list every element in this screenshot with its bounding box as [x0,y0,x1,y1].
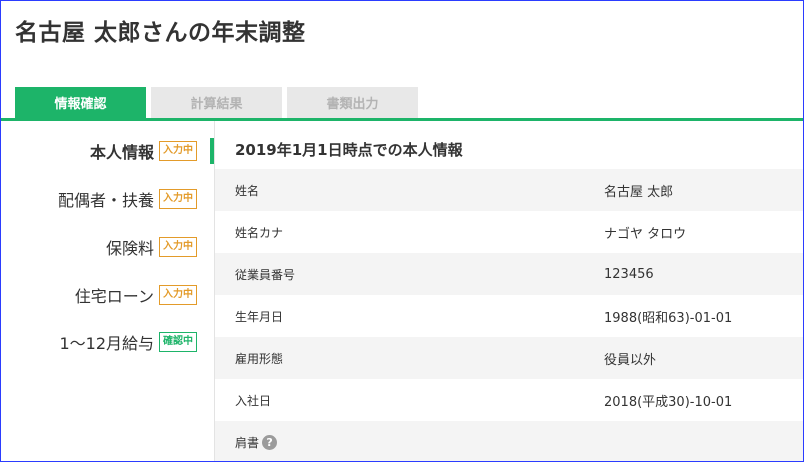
app-window: 名古屋 太郎さんの年末調整 情報確認 計算結果 書類出力 本人情報 入力中 配偶… [0,0,804,462]
status-badge: 入力中 [159,189,197,209]
sidebar-item-salary[interactable]: 1〜12月給与 確認中 [59,329,197,355]
row-value: 1988(昭和63)-01-01 [604,310,733,326]
tab-info-confirm[interactable]: 情報確認 [15,87,146,118]
sidebar-item-label: 住宅ローン [74,287,154,306]
tab-document-output[interactable]: 書類出力 [287,87,418,118]
row-value: ナゴヤ タロウ [604,226,687,242]
status-badge: 入力中 [159,141,197,161]
row-value: 123456 [604,266,654,282]
row-label-text: 肩書 [235,435,260,450]
tab-bar: 情報確認 計算結果 書類出力 [15,87,418,118]
sidebar-item-insurance[interactable]: 保険料 入力中 [106,234,197,260]
sidebar-item-label: 本人情報 [89,143,154,162]
row-label: 肩書 ? [235,434,278,451]
row-label: 姓名カナ [235,225,284,240]
table-row-name-kana: 姓名カナ ナゴヤ タロウ [215,211,803,253]
table-row-employment-type: 雇用形態 役員以外 [215,337,803,379]
status-badge: 確認中 [159,332,197,352]
row-value: 名古屋 太郎 [604,184,674,200]
table-row-job-title: 肩書 ? [215,421,803,461]
table-row-hire-date: 入社日 2018(平成30)-10-01 [215,379,803,421]
row-label: 生年月日 [235,309,284,324]
table-row-employee-number: 従業員番号 123456 [215,253,803,295]
info-table: 姓名 名古屋 太郎 姓名カナ ナゴヤ タロウ 従業員番号 123456 生年月日… [215,169,803,461]
row-label: 従業員番号 [235,267,296,282]
main-content: 2019年1月1日時点での本人情報 姓名 名古屋 太郎 姓名カナ ナゴヤ タロウ… [214,121,803,461]
row-label: 雇用形態 [235,351,284,366]
status-badge: 入力中 [159,237,197,257]
section-title: 2019年1月1日時点での本人情報 [235,141,463,159]
row-value: 役員以外 [604,352,657,368]
row-value: 2018(平成30)-10-01 [604,394,733,410]
sidebar: 本人情報 入力中 配偶者・扶養 入力中 保険料 入力中 住宅ローン 入力中 1〜… [1,121,214,461]
table-row-birthdate: 生年月日 1988(昭和63)-01-01 [215,295,803,337]
table-row-name: 姓名 名古屋 太郎 [215,169,803,211]
row-label: 姓名 [235,183,260,198]
sidebar-item-spouse-dependents[interactable]: 配偶者・扶養 入力中 [58,186,197,212]
sidebar-item-label: 配偶者・扶養 [57,191,154,210]
page-title: 名古屋 太郎さんの年末調整 [15,20,306,46]
status-badge: 入力中 [159,285,197,305]
row-label: 入社日 [235,393,272,408]
sidebar-item-label: 1〜12月給与 [59,334,154,353]
sidebar-item-label: 保険料 [105,239,154,258]
sidebar-item-housing-loan[interactable]: 住宅ローン 入力中 [75,282,197,308]
tab-calc-result[interactable]: 計算結果 [151,87,282,118]
question-mark-circle-icon[interactable]: ? [262,434,278,450]
sidebar-item-personal-info[interactable]: 本人情報 入力中 [90,138,197,164]
